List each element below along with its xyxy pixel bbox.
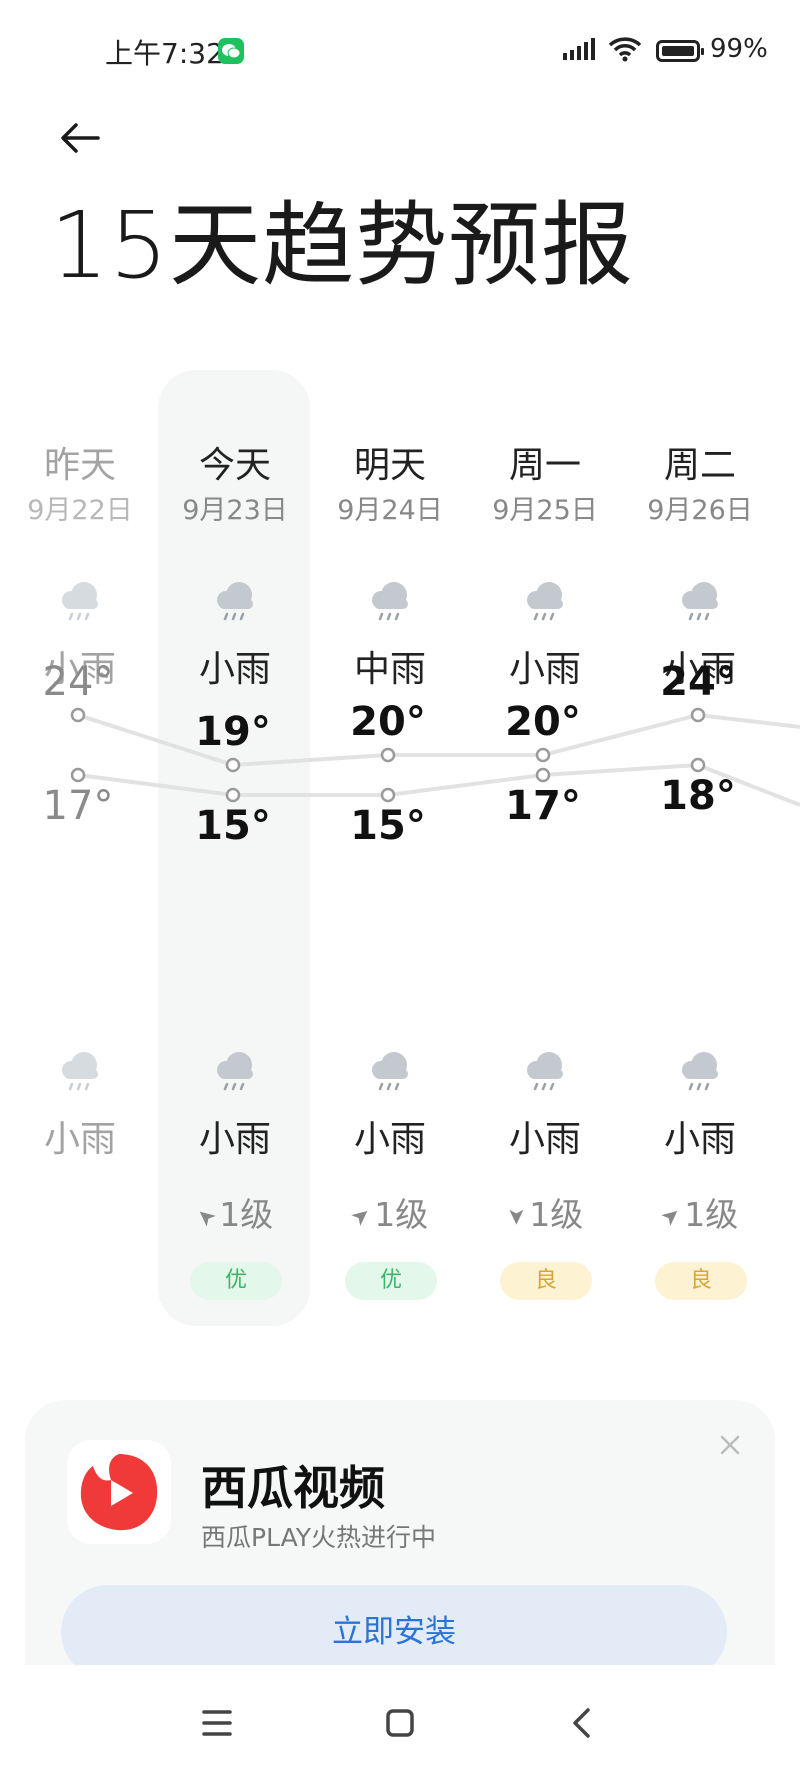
close-icon[interactable] — [715, 1430, 745, 1460]
navigation-bar — [0, 1665, 800, 1778]
status-bar: 上午7:32 99% — [0, 0, 800, 100]
system-back-button[interactable] — [553, 1693, 613, 1753]
ad-subtitle: 西瓜PLAY火热进行中 — [201, 1523, 437, 1552]
aqi-badge: 良 — [500, 1262, 592, 1300]
day-column[interactable]: 周二 9月26日 小雨 小雨 ➤1级良 — [620, 370, 780, 1330]
wind-level: ➤1级 — [310, 1188, 470, 1236]
day-name: 周一 — [508, 445, 581, 486]
home-icon — [386, 1709, 414, 1737]
wind-level: ➤1级 — [155, 1188, 315, 1236]
night-weather: 小雨 — [663, 1119, 736, 1160]
menu-icon — [202, 1710, 232, 1736]
ad-title: 西瓜视频 — [201, 1461, 385, 1515]
night-weather: 小雨 — [43, 1119, 116, 1160]
high-temp-label: 19° — [195, 709, 271, 755]
menu-button[interactable] — [187, 1693, 247, 1753]
wifi-icon — [608, 37, 642, 62]
aqi-badge: 优 — [190, 1262, 282, 1300]
rain-cloud-icon — [364, 575, 416, 627]
day-name: 今天 — [198, 445, 271, 486]
rain-cloud-icon — [209, 575, 261, 627]
wind-direction-icon: ➤ — [190, 1200, 222, 1233]
rain-cloud-icon — [364, 1045, 416, 1097]
wind-level: ➤1级 — [620, 1188, 780, 1236]
low-temp-label: 15° — [195, 803, 271, 849]
day-name: 昨天 — [43, 445, 116, 486]
day-name: 周二 — [663, 445, 736, 486]
low-temp-label: 18° — [660, 773, 736, 819]
wind-text: 1级 — [374, 1195, 429, 1234]
day-name: 明天 — [353, 445, 426, 486]
night-weather: 小雨 — [198, 1119, 271, 1160]
battery-percent: 99% — [710, 34, 768, 64]
xigua-logo-icon — [67, 1440, 171, 1544]
wind-text: 1级 — [684, 1195, 739, 1234]
day-weather: 小雨 — [198, 649, 271, 690]
back-arrow-icon — [61, 123, 100, 153]
night-weather: 小雨 — [353, 1119, 426, 1160]
day-date: 9月25日 — [492, 495, 598, 526]
rain-cloud-icon — [54, 1045, 106, 1097]
low-temp-label: 17° — [505, 783, 581, 829]
page-title: 15天趋势预报 — [50, 192, 635, 299]
rain-cloud-icon — [674, 575, 726, 627]
wind-text: 1级 — [529, 1195, 584, 1234]
rain-cloud-icon — [54, 575, 106, 627]
aqi-badge: 良 — [655, 1262, 747, 1300]
low-temp-label: 15° — [350, 803, 426, 849]
day-column[interactable]: 今天 9月23日 小雨 小雨 ➤1级优 — [155, 370, 315, 1330]
rain-cloud-icon — [519, 1045, 571, 1097]
low-temp-label: 17° — [42, 783, 114, 829]
signal-icon — [563, 38, 595, 60]
day-date: 9月23日 — [182, 495, 288, 526]
high-temp-label: 24° — [42, 659, 114, 705]
night-weather: 小雨 — [508, 1119, 581, 1160]
forecast-panel[interactable]: 昨天 9月22日 小雨 小雨 今天 9月23日 小雨 小雨 ➤1级优 明天 9月2… — [0, 370, 800, 1350]
wind-level: ➤1级 — [465, 1188, 625, 1236]
high-temp-label: 20° — [350, 699, 426, 745]
day-column[interactable]: 周一 9月25日 小雨 小雨 ➤1级良 — [465, 370, 625, 1330]
high-temp-label: 20° — [505, 699, 581, 745]
day-date: 9月22日 — [27, 495, 133, 526]
wind-direction-icon: ➤ — [345, 1200, 377, 1233]
rain-cloud-icon — [674, 1045, 726, 1097]
day-date: 9月24日 — [337, 495, 443, 526]
wechat-icon — [218, 38, 244, 64]
back-icon — [573, 1708, 590, 1738]
day-weather: 中雨 — [353, 649, 426, 690]
battery-icon — [656, 40, 704, 62]
day-weather: 小雨 — [508, 649, 581, 690]
rain-cloud-icon — [209, 1045, 261, 1097]
rain-cloud-icon — [519, 575, 571, 627]
high-temp-label: 24° — [660, 659, 736, 705]
wind-text: 1级 — [219, 1195, 274, 1234]
wind-direction-icon: ➤ — [655, 1200, 687, 1233]
home-button[interactable] — [370, 1693, 430, 1753]
day-date: 9月26日 — [647, 495, 753, 526]
day-column[interactable]: 明天 9月24日 中雨 小雨 ➤1级优 — [310, 370, 470, 1330]
aqi-badge: 优 — [345, 1262, 437, 1300]
wind-direction-icon: ➤ — [503, 1207, 529, 1226]
status-time: 上午7:32 — [105, 37, 224, 70]
day-column[interactable]: 昨天 9月22日 小雨 小雨 — [0, 370, 160, 1330]
back-button[interactable] — [52, 110, 108, 166]
